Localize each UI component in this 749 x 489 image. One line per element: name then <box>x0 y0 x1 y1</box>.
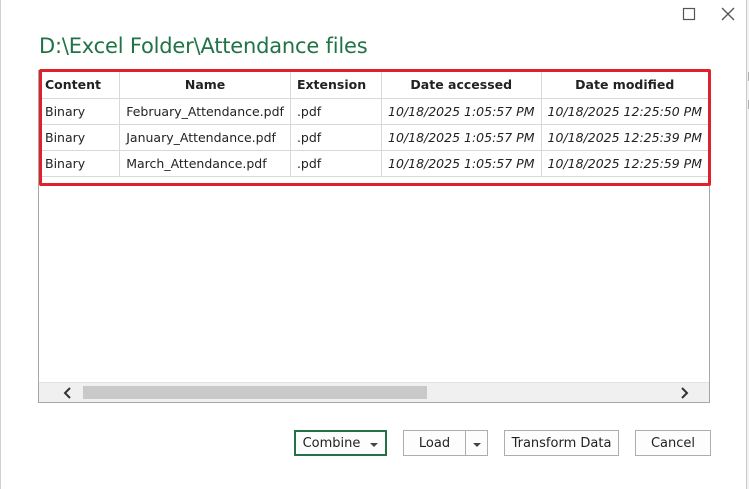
transform-data-label: Transform Data <box>511 435 612 451</box>
dialog-window: D:\Excel Folder\Attendance files Content… <box>0 0 749 489</box>
cancel-label: Cancel <box>650 435 696 451</box>
horizontal-scrollbar[interactable] <box>39 382 709 402</box>
table-row[interactable]: Binary March_Attendance.pdf .pdf 10/18/2… <box>39 150 709 177</box>
cell-date-accessed: 10/18/2025 1:05:57 PM <box>381 98 542 125</box>
close-button[interactable] <box>718 4 738 24</box>
combine-label: Combine <box>302 435 361 451</box>
cell-extension: .pdf <box>290 124 383 151</box>
cell-name: January_Attendance.pdf <box>119 124 291 151</box>
chevron-left-icon <box>63 386 71 399</box>
close-icon <box>721 7 735 21</box>
transform-data-button[interactable]: Transform Data <box>504 430 619 456</box>
combine-button[interactable]: Combine <box>294 430 387 456</box>
cancel-button[interactable]: Cancel <box>635 430 711 456</box>
maximize-button[interactable] <box>679 4 699 24</box>
cell-date-modified: 10/18/2025 12:25:59 PM <box>541 150 709 177</box>
maximize-icon <box>682 7 696 21</box>
load-label: Load <box>418 435 451 451</box>
table-row[interactable]: Binary January_Attendance.pdf .pdf 10/18… <box>39 124 709 151</box>
files-table: Content Name Extension Date accessed Dat… <box>39 71 709 177</box>
table-header-row: Content Name Extension Date accessed Dat… <box>39 71 709 99</box>
chevron-right-icon <box>681 386 689 399</box>
column-header-content[interactable]: Content <box>39 71 121 99</box>
cell-content[interactable]: Binary <box>39 150 121 177</box>
column-header-date-accessed[interactable]: Date accessed <box>381 71 542 99</box>
cell-date-accessed: 10/18/2025 1:05:57 PM <box>381 124 542 151</box>
cell-name: March_Attendance.pdf <box>119 150 291 177</box>
column-header-extension[interactable]: Extension <box>290 71 383 99</box>
dialog-title: D:\Excel Folder\Attendance files <box>39 34 368 58</box>
cell-date-modified: 10/18/2025 12:25:39 PM <box>541 124 709 151</box>
cell-extension: .pdf <box>290 98 383 125</box>
scroll-right-button[interactable] <box>669 383 699 402</box>
column-header-date-modified[interactable]: Date modified <box>541 71 709 99</box>
table-row[interactable]: Binary February_Attendance.pdf .pdf 10/1… <box>39 98 709 125</box>
cell-extension: .pdf <box>290 150 383 177</box>
cell-content[interactable]: Binary <box>39 124 121 151</box>
caret-down-icon <box>472 436 481 451</box>
cell-name: February_Attendance.pdf <box>119 98 291 125</box>
cell-content[interactable]: Binary <box>39 98 121 125</box>
cell-date-modified: 10/18/2025 12:25:50 PM <box>541 98 709 125</box>
cell-date-accessed: 10/18/2025 1:05:57 PM <box>381 150 542 177</box>
column-header-name[interactable]: Name <box>119 71 291 99</box>
load-dropdown-button[interactable] <box>465 430 488 456</box>
load-button[interactable]: Load <box>403 430 466 456</box>
caret-down-icon <box>370 436 379 451</box>
scroll-left-button[interactable] <box>53 383 83 402</box>
files-grid: Content Name Extension Date accessed Dat… <box>38 70 710 403</box>
scrollbar-thumb[interactable] <box>83 386 427 399</box>
